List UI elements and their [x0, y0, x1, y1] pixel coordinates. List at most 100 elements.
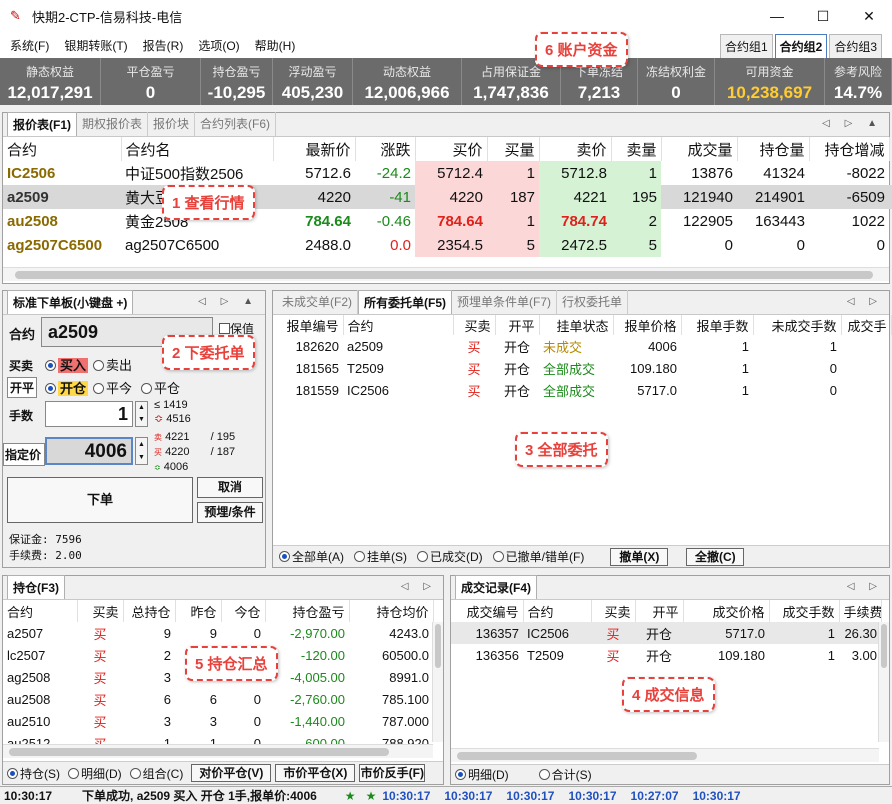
tab-quoteTabs-3[interactable]: 合约列表(F6)	[195, 112, 277, 136]
menu-system[interactable]: 系统(F)	[10, 37, 49, 54]
quote-row[interactable]: IC2506 中证500指数2506 5712.6 -24.2 5712.4 1 5712.…	[3, 161, 892, 185]
open-radio[interactable]: 开仓	[45, 378, 89, 397]
column-header[interactable]: 开平	[635, 600, 684, 622]
column-header[interactable]: 卖量	[611, 137, 662, 161]
column-header[interactable]: 合约	[3, 137, 122, 161]
column-header[interactable]: 昨仓	[175, 600, 222, 622]
menu-report[interactable]: 报告(R)	[143, 37, 184, 54]
trades-scrollbar[interactable]	[878, 622, 889, 742]
trade-row[interactable]: 136357 IC2506 买 开仓 5717.0 1 26.30	[451, 622, 881, 644]
oc-label[interactable]: 开平	[7, 377, 38, 398]
price-input[interactable]: 4006	[45, 437, 133, 465]
menu-options[interactable]: 选项(O)	[198, 37, 239, 54]
contract-group-tab-2[interactable]: 合约组2	[774, 34, 828, 59]
column-header[interactable]: 总持仓	[123, 600, 176, 622]
quote-row[interactable]: a2509 黄大豆 4220 -41 4220 187 4221 195 121940 21490…	[3, 185, 892, 209]
reverse-at-market-button[interactable]: 市价反手(F)	[359, 764, 426, 782]
column-header[interactable]: 报单编号	[273, 315, 344, 335]
tab-standard-order[interactable]: 标准下单板(小键盘 +)	[7, 290, 134, 314]
column-header[interactable]: 涨跌	[355, 137, 416, 161]
quote-row[interactable]: au2508 黄金2508 784.64 -0.46 784.64 1 784.74 2 122…	[3, 209, 892, 233]
column-header[interactable]: 卖价	[539, 137, 612, 161]
buy-radio[interactable]: 买入	[45, 355, 89, 374]
orders-tab-nav-icon[interactable]: ◁ ▷	[847, 296, 883, 307]
price-type-button[interactable]: 指定价	[3, 443, 45, 466]
column-header[interactable]: 未成交手数	[753, 315, 842, 335]
contract-group-tab-1[interactable]: 合约组1	[719, 34, 773, 59]
price-stepper[interactable]: ▲ ▼	[135, 437, 148, 465]
close-button[interactable]: ✕	[846, 0, 892, 32]
position-row[interactable]: au2510 买 3 3 0 -1,440.00 787.000	[3, 710, 433, 732]
column-header[interactable]: 报单价格	[613, 315, 682, 335]
menu-bank-transfer[interactable]: 银期转账(T)	[64, 37, 127, 54]
column-header[interactable]: 合约	[3, 600, 78, 622]
column-header[interactable]: 开平	[495, 315, 540, 335]
menu-help[interactable]: 帮助(H)	[255, 37, 296, 54]
position-row[interactable]: au2508 买 6 6 0 -2,760.00 785.100	[3, 688, 433, 710]
column-header[interactable]: 买价	[415, 137, 488, 161]
view-combo-radio[interactable]: 组合(C)	[129, 765, 183, 782]
tab-nav-icon[interactable]: ◁ ▷ ▲	[822, 118, 883, 129]
tab-ordersTabs-1[interactable]: 所有委托单(F5)	[358, 290, 452, 314]
close-radio[interactable]: 平仓	[141, 378, 180, 397]
column-header[interactable]: 合约名	[121, 137, 274, 161]
column-header[interactable]: 报单手数	[681, 315, 754, 335]
close-at-market-button[interactable]: 市价平仓(X)	[275, 764, 356, 782]
column-header[interactable]: 持仓量	[737, 137, 810, 161]
trade-row[interactable]: 136356 T2509 买 开仓 109.180 1 3.00	[451, 644, 881, 666]
tab-positions[interactable]: 持仓(F3)	[7, 575, 65, 599]
preset-condition-button[interactable]: 预埋/条件	[197, 502, 263, 523]
column-header[interactable]: 买卖	[453, 315, 496, 335]
close-at-opposite-button[interactable]: 对价平仓(V)	[191, 764, 272, 782]
column-header[interactable]: 成交价格	[683, 600, 770, 622]
position-row[interactable]: a2507 买 9 9 0 -2,970.00 4243.0	[3, 622, 433, 644]
column-header[interactable]: 合约	[343, 315, 454, 335]
sell-radio[interactable]: 卖出	[93, 355, 132, 374]
close-today-radio[interactable]: 平今	[93, 378, 132, 397]
pos-tab-nav-icon[interactable]: ◁ ▷	[401, 581, 437, 592]
filter-cancelled-radio[interactable]: 已撤单/错单(F)	[492, 548, 584, 565]
column-header[interactable]: 最新价	[273, 137, 356, 161]
cancel-order-button[interactable]: 撤单(X)	[610, 547, 669, 566]
view-detail-radio[interactable]: 明细(D)	[68, 765, 122, 782]
contract-group-tab-3[interactable]: 合约组3	[829, 34, 882, 59]
tab-trades[interactable]: 成交记录(F4)	[455, 575, 537, 599]
column-header[interactable]: 持仓盈亏	[265, 600, 350, 622]
column-header[interactable]: 合约	[523, 600, 592, 622]
cancel-button[interactable]: 取消	[197, 477, 263, 498]
filter-filled-radio[interactable]: 已成交(D)	[417, 548, 483, 565]
column-header[interactable]: 今仓	[221, 600, 266, 622]
positions-hscroll[interactable]	[3, 744, 433, 758]
positions-scrollbar[interactable]	[432, 622, 443, 742]
column-header[interactable]: 挂单状态	[539, 315, 614, 335]
column-header[interactable]: 成交手数	[769, 600, 840, 622]
filter-all-radio[interactable]: 全部单(A)	[279, 548, 344, 565]
tab-ordersTabs-3[interactable]: 行权委托单	[557, 290, 629, 314]
column-header[interactable]: 持仓增减	[809, 137, 890, 161]
tab-ordersTabs-2[interactable]: 预埋单条件单(F7)	[452, 290, 557, 314]
tab-quoteTabs-1[interactable]: 期权报价表	[77, 112, 149, 136]
column-header[interactable]: 成交量	[661, 137, 738, 161]
column-header[interactable]: 买卖	[591, 600, 636, 622]
column-header[interactable]: 成交手	[841, 315, 892, 335]
column-header[interactable]: 买量	[487, 137, 540, 161]
submit-order-button[interactable]: 下单	[7, 477, 193, 523]
qty-input[interactable]: 1	[45, 401, 133, 427]
order-tab-nav-icon[interactable]: ◁ ▷ ▲	[198, 296, 259, 307]
column-header[interactable]: 买卖	[77, 600, 124, 622]
minimize-button[interactable]: —	[754, 0, 800, 32]
view-position-radio[interactable]: 持仓(S)	[7, 765, 60, 782]
tab-quoteTabs-0[interactable]: 报价表(F1)	[7, 112, 77, 136]
trades-hscroll[interactable]	[451, 748, 879, 762]
trades-tab-nav-icon[interactable]: ◁ ▷	[847, 581, 883, 592]
column-header[interactable]: 持仓均价	[349, 600, 434, 622]
order-row[interactable]: 181559 IC2506 买 开仓 全部成交 5717.0 1 0	[273, 379, 891, 401]
quote-scrollbar[interactable]	[3, 267, 889, 281]
order-row[interactable]: 182620 a2509 买 开仓 未成交 4006 1 1	[273, 335, 891, 357]
tab-ordersTabs-0[interactable]: 未成交单(F2)	[277, 290, 358, 314]
quote-row[interactable]: ag2507C6500 ag2507C6500 2488.0 0.0 2354.5 5 24…	[3, 233, 892, 257]
column-header[interactable]: 成交编号	[451, 600, 524, 622]
order-row[interactable]: 181565 T2509 买 开仓 全部成交 109.180 1 0	[273, 357, 891, 379]
trades-total-radio[interactable]: 合计(S)	[538, 766, 592, 783]
column-header[interactable]: 手续费	[839, 600, 882, 622]
